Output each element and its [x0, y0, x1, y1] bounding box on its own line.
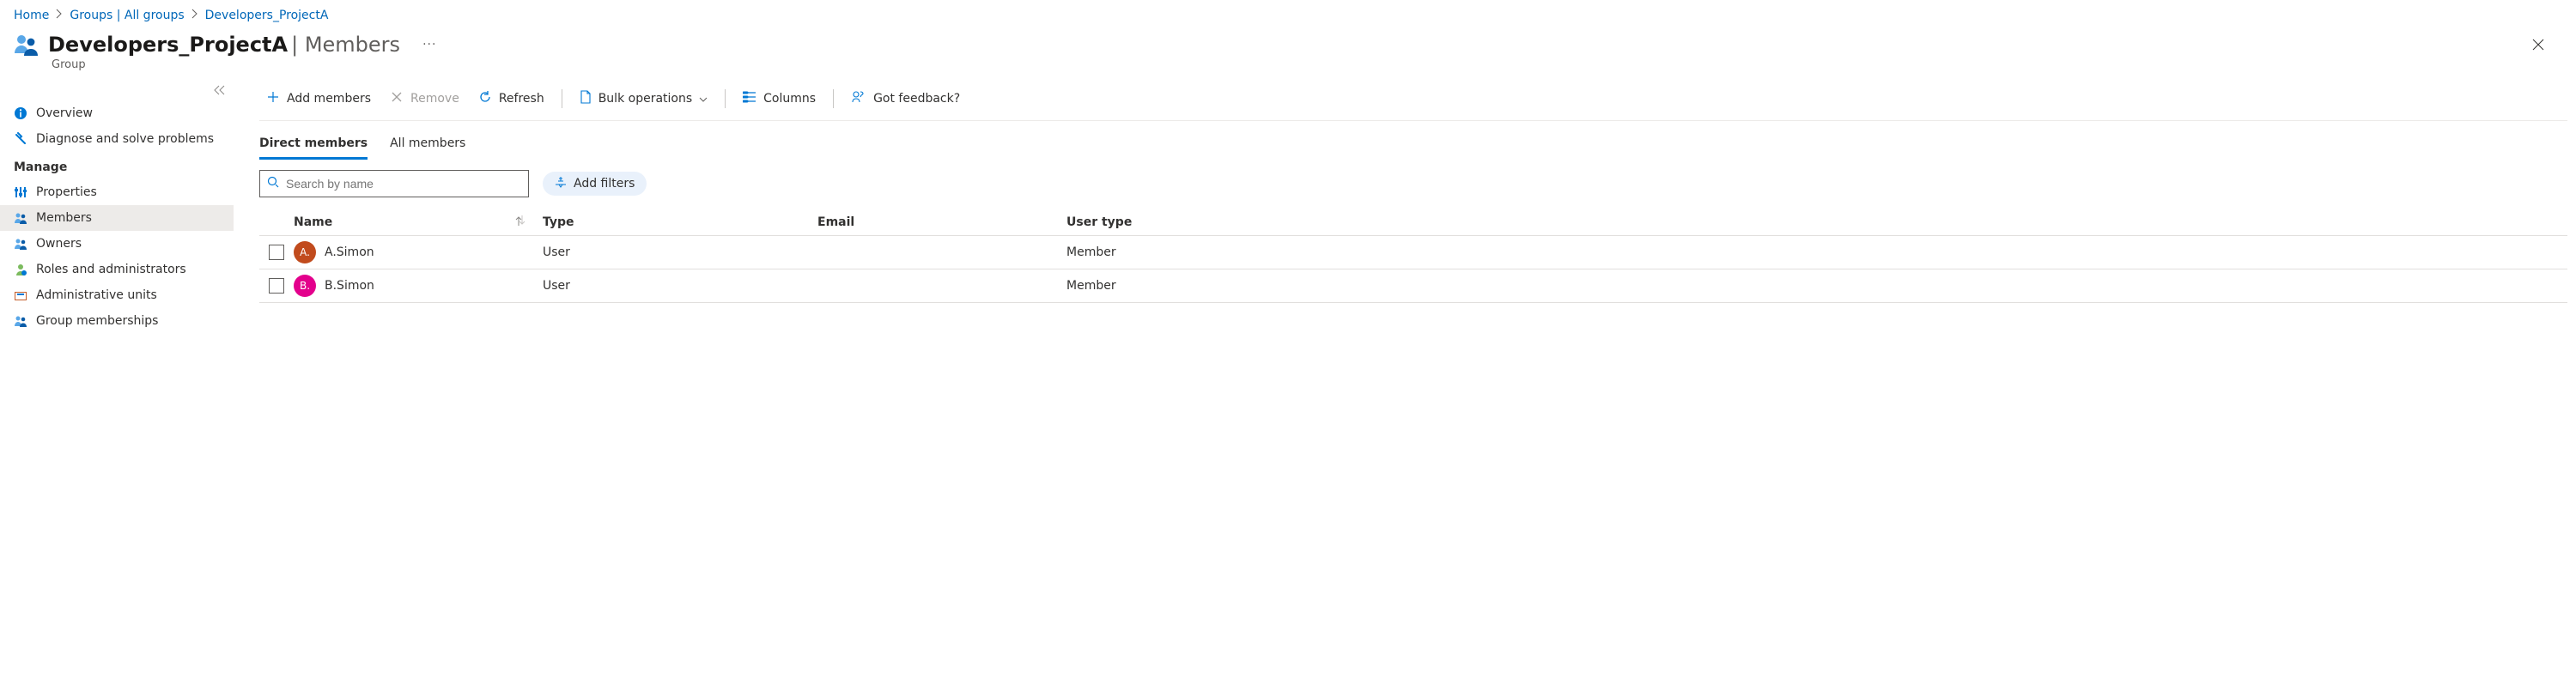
sidebar-item-diagnose[interactable]: Diagnose and solve problems	[0, 126, 234, 152]
people-icon	[14, 211, 27, 225]
sort-icon[interactable]	[515, 215, 526, 230]
sidebar-item-properties[interactable]: Properties	[0, 179, 234, 205]
member-name: B.Simon	[325, 279, 374, 293]
search-input[interactable]	[286, 177, 521, 191]
sidebar-item-label: Members	[36, 211, 92, 225]
group-icon	[14, 33, 39, 57]
col-user-type[interactable]: User type	[1066, 215, 1238, 229]
sidebar-item-label: Administrative units	[36, 288, 157, 302]
separator	[725, 89, 726, 108]
member-name: A.Simon	[325, 245, 374, 259]
feedback-icon	[851, 90, 866, 107]
people-icon	[14, 314, 27, 328]
filter-icon	[555, 176, 567, 191]
sidebar-item-label: Owners	[36, 237, 82, 251]
add-members-button[interactable]: Add members	[259, 85, 378, 112]
breadcrumb: Home Groups | All groups Developers_Proj…	[0, 0, 2576, 27]
filter-row: Add filters	[259, 163, 2567, 209]
file-icon	[580, 90, 592, 107]
sidebar-item-admin-units[interactable]: Administrative units	[0, 282, 234, 308]
col-type[interactable]: Type	[543, 215, 817, 229]
command-bar: Add members Remove Refresh Bulk operatio	[259, 80, 2567, 121]
x-icon	[390, 90, 404, 107]
chevron-down-icon	[699, 92, 708, 106]
row-checkbox[interactable]	[269, 278, 284, 294]
wrench-icon	[14, 132, 27, 146]
page-subtitle: Group	[0, 58, 2576, 80]
row-checkbox[interactable]	[269, 245, 284, 260]
search-input-wrapper[interactable]	[259, 170, 529, 197]
search-icon	[267, 176, 279, 191]
people-icon	[14, 237, 27, 251]
columns-icon	[743, 91, 756, 106]
properties-icon	[14, 185, 27, 199]
refresh-icon	[478, 90, 492, 107]
col-email[interactable]: Email	[817, 215, 1066, 229]
breadcrumb-current[interactable]: Developers_ProjectA	[205, 9, 329, 22]
sidebar-item-label: Group memberships	[36, 314, 158, 328]
units-icon	[14, 288, 27, 302]
refresh-button[interactable]: Refresh	[471, 85, 551, 112]
sidebar-item-label: Roles and administrators	[36, 263, 186, 276]
sidebar: Overview Diagnose and solve problems Man…	[0, 80, 234, 339]
collapse-sidebar-button[interactable]	[0, 85, 234, 100]
member-user-type: Member	[1066, 245, 1238, 259]
more-actions-button[interactable]: ···	[422, 38, 436, 51]
add-filters-button[interactable]: Add filters	[543, 172, 647, 196]
sidebar-item-label: Properties	[36, 185, 97, 199]
sidebar-item-roles-admins[interactable]: Roles and administrators	[0, 257, 234, 282]
close-button[interactable]	[2531, 38, 2545, 51]
avatar: A.	[294, 241, 316, 263]
admin-icon	[14, 263, 27, 276]
tab-all-members[interactable]: All members	[390, 136, 465, 160]
page-header: Developers_ProjectA | Members ···	[0, 27, 2576, 58]
member-tabs: Direct members All members	[259, 121, 2567, 163]
table-body: A. A.Simon User Member B. B.Simon User Member	[259, 236, 2567, 303]
plus-icon	[266, 90, 280, 107]
feedback-button[interactable]: Got feedback?	[844, 85, 967, 112]
sidebar-item-label: Overview	[36, 106, 93, 120]
main-content: Add members Remove Refresh Bulk operatio	[234, 80, 2576, 339]
table-row[interactable]: B. B.Simon User Member	[259, 269, 2567, 303]
info-icon	[14, 106, 27, 120]
remove-button: Remove	[383, 85, 466, 112]
breadcrumb-groups[interactable]: Groups | All groups	[70, 9, 184, 22]
sidebar-item-owners[interactable]: Owners	[0, 231, 234, 257]
tab-direct-members[interactable]: Direct members	[259, 136, 368, 160]
member-type: User	[543, 279, 817, 293]
breadcrumb-home[interactable]: Home	[14, 9, 49, 22]
avatar: B.	[294, 275, 316, 297]
sidebar-item-group-memberships[interactable]: Group memberships	[0, 308, 234, 334]
page-title: Developers_ProjectA | Members	[48, 33, 400, 57]
sidebar-item-overview[interactable]: Overview	[0, 100, 234, 126]
chevron-right-icon	[56, 9, 63, 22]
sidebar-item-members[interactable]: Members	[0, 205, 234, 231]
bulk-operations-button[interactable]: Bulk operations	[573, 85, 714, 112]
member-user-type: Member	[1066, 279, 1238, 293]
table-row[interactable]: A. A.Simon User Member	[259, 236, 2567, 269]
member-type: User	[543, 245, 817, 259]
col-name[interactable]: Name	[294, 215, 543, 230]
table-header: Name Type Email User type	[259, 209, 2567, 236]
columns-button[interactable]: Columns	[736, 86, 823, 112]
chevron-right-icon	[191, 9, 198, 22]
separator	[833, 89, 834, 108]
sidebar-item-label: Diagnose and solve problems	[36, 132, 214, 146]
sidebar-section-manage: Manage	[0, 152, 234, 179]
